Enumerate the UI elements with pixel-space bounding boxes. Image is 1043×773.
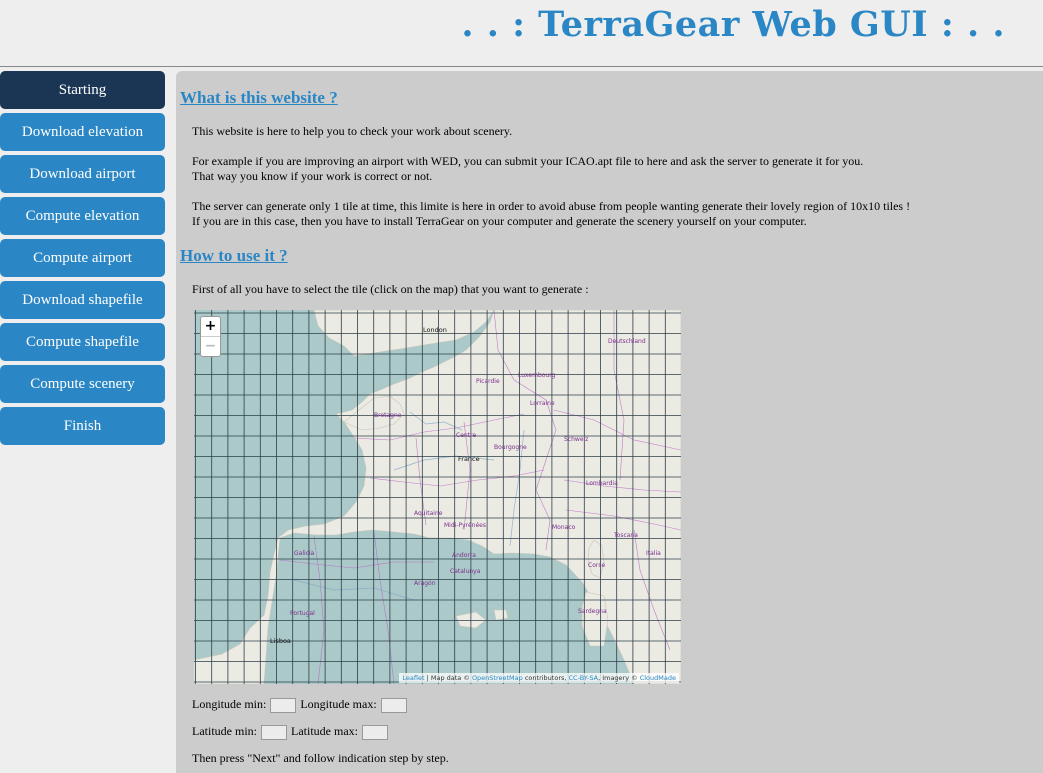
map-label-schweiz: Schweiz — [564, 436, 589, 443]
sidebar-item-compute-airport[interactable]: Compute airport — [0, 239, 165, 277]
sidebar-item-compute-elevation[interactable]: Compute elevation — [0, 197, 165, 235]
leaflet-link[interactable]: Leaflet — [402, 674, 424, 682]
map-label-london: London — [423, 326, 447, 334]
map-label-italia: Italia — [646, 550, 661, 557]
openstreetmap-link[interactable]: OpenStreetMap — [472, 674, 523, 682]
map-label-toscana: Toscana — [614, 532, 638, 539]
instructions-paragraph: First of all you have to select the tile… — [192, 282, 589, 296]
map-label-midi-pyrenees: Midi-Pyrénées — [444, 522, 486, 529]
map-label-france: France — [458, 455, 480, 463]
zoom-in-button[interactable]: + — [201, 317, 220, 337]
sidebar-item-download-shapefile[interactable]: Download shapefile — [0, 281, 165, 319]
map-label-galicia: Galicia — [294, 550, 315, 557]
latitude-min-label: Latitude min: — [192, 724, 257, 738]
cloudmade-link[interactable]: CloudMade — [640, 674, 676, 682]
longitude-max-input[interactable] — [380, 697, 407, 713]
zoom-out-button[interactable]: − — [201, 337, 220, 356]
map-label-aquitaine: Aquitaine — [414, 510, 443, 517]
site-title: . . : TerraGear Web GUI : . . — [461, 4, 1005, 45]
map-label-sardegna: Sardegna — [578, 608, 607, 615]
example-paragraph-line2: That way you know if your work is correc… — [192, 169, 433, 183]
latitude-min-input[interactable] — [261, 724, 287, 740]
latitude-fields: Latitude min: Latitude max: — [192, 724, 389, 740]
header: . . : TerraGear Web GUI : . . — [0, 0, 1043, 66]
map-label-lombardia: Lombardia — [586, 480, 618, 487]
map-label-portugal: Portugal — [290, 610, 315, 617]
tile-selection-map[interactable]: + − London Deutschland Luxembourg Picard… — [194, 310, 681, 684]
sidebar-item-download-airport[interactable]: Download airport — [0, 155, 165, 193]
map-label-centre: Centre — [456, 432, 477, 439]
sidebar-item-download-elevation[interactable]: Download elevation — [0, 113, 165, 151]
next-step-instructions: Then press "Next" and follow indication … — [192, 751, 449, 765]
map-label-corse: Corse — [588, 562, 606, 569]
map-attribution: Leaflet | Map data © OpenStreetMap contr… — [399, 673, 679, 683]
zoom-control: + − — [200, 316, 221, 357]
sidebar-item-starting[interactable]: Starting — [0, 71, 165, 109]
map-label-picardie: Picardie — [476, 378, 500, 385]
map-label-monaco: Monaco — [552, 524, 576, 531]
heading-how-to-use-it[interactable]: How to use it ? — [180, 246, 288, 266]
intro-paragraph: This website is here to help you to chec… — [192, 124, 513, 138]
sidebar-item-compute-scenery[interactable]: Compute scenery — [0, 365, 165, 403]
longitude-max-label: Longitude max: — [300, 697, 377, 711]
example-paragraph-line1: For example if you are improving an airp… — [192, 154, 864, 168]
sidebar-nav: Starting Download elevation Download air… — [0, 71, 165, 449]
longitude-min-input[interactable] — [270, 697, 297, 713]
map-tiles[interactable] — [194, 310, 681, 684]
main-content: What is this website ? This website is h… — [176, 71, 1043, 773]
map-label-deutschland: Deutschland — [608, 338, 646, 345]
latitude-max-input[interactable] — [361, 724, 388, 740]
map-label-catalunya: Catalunya — [450, 568, 481, 575]
license-link[interactable]: CC-BY-SA — [569, 674, 599, 682]
map-label-luxembourg: Luxembourg — [518, 372, 556, 379]
map-label-andorra: Andorra — [452, 552, 476, 559]
sidebar-item-compute-shapefile[interactable]: Compute shapefile — [0, 323, 165, 361]
map-label-bretagne: Bretagne — [374, 412, 402, 419]
map-label-bourgogne: Bourgogne — [494, 444, 527, 451]
longitude-fields: Longitude min: Longitude max: — [192, 697, 408, 713]
header-divider — [0, 66, 1043, 67]
map-label-aragon: Aragón — [414, 580, 436, 587]
latitude-max-label: Latitude max: — [291, 724, 358, 738]
heading-what-is-this-website[interactable]: What is this website ? — [180, 88, 338, 108]
longitude-min-label: Longitude min: — [192, 697, 267, 711]
map-label-lorraine: Lorraine — [530, 400, 555, 407]
limit-paragraph-line2: If you are in this case, then you have t… — [192, 214, 807, 228]
map-label-lisboa: Lisboa — [270, 637, 291, 645]
limit-paragraph-line1: The server can generate only 1 tile at t… — [192, 199, 911, 213]
sidebar-item-finish[interactable]: Finish — [0, 407, 165, 445]
